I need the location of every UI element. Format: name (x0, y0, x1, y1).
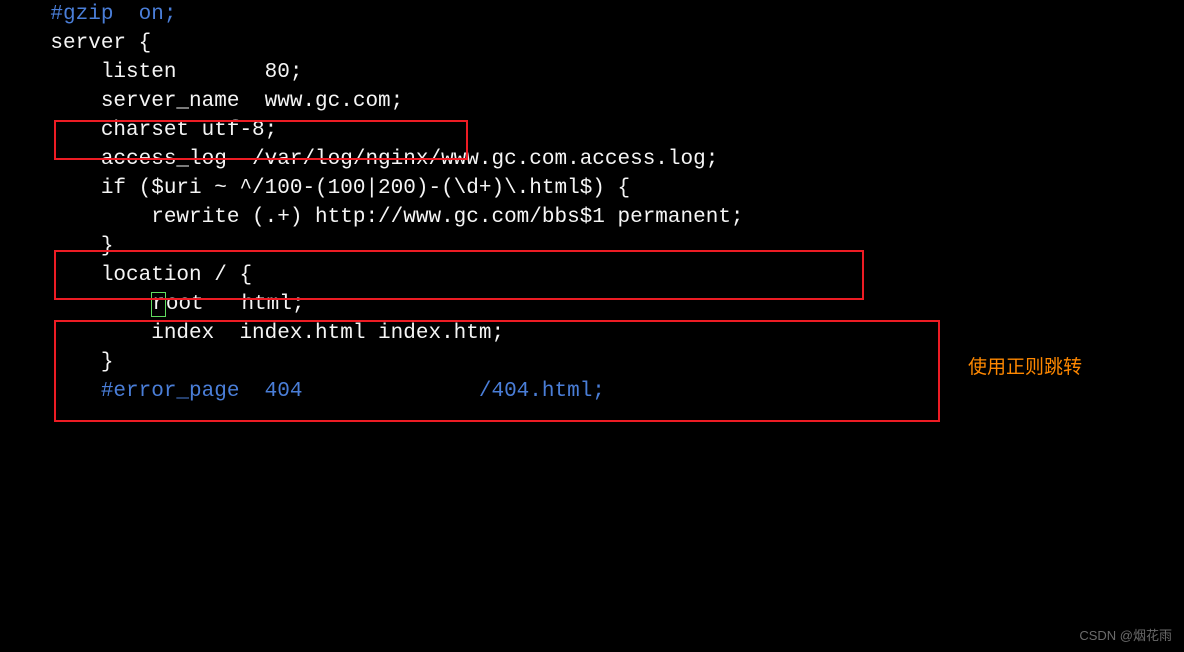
code-line-gzip-comment: #gzip on; (0, 0, 1184, 29)
code-line-listen: listen 80; (0, 58, 1184, 87)
highlight-rewrite-block-box (54, 320, 940, 422)
code-line-if-uri: if ($uri ~ ^/100-(100|200)-(\d+)\.html$)… (0, 174, 1184, 203)
code-line-server-name: server_name www.gc.com; (0, 87, 1184, 116)
annotation-regex-redirect: 使用正则跳转 (968, 352, 1082, 379)
code-line-rewrite: rewrite (.+) http://www.gc.com/bbs$1 per… (0, 203, 1184, 232)
highlight-server-name-box (54, 120, 468, 160)
highlight-access-log-box (54, 250, 864, 300)
code-line-server-open: server { (0, 29, 1184, 58)
csdn-watermark: CSDN @烟花雨 (1079, 625, 1172, 644)
